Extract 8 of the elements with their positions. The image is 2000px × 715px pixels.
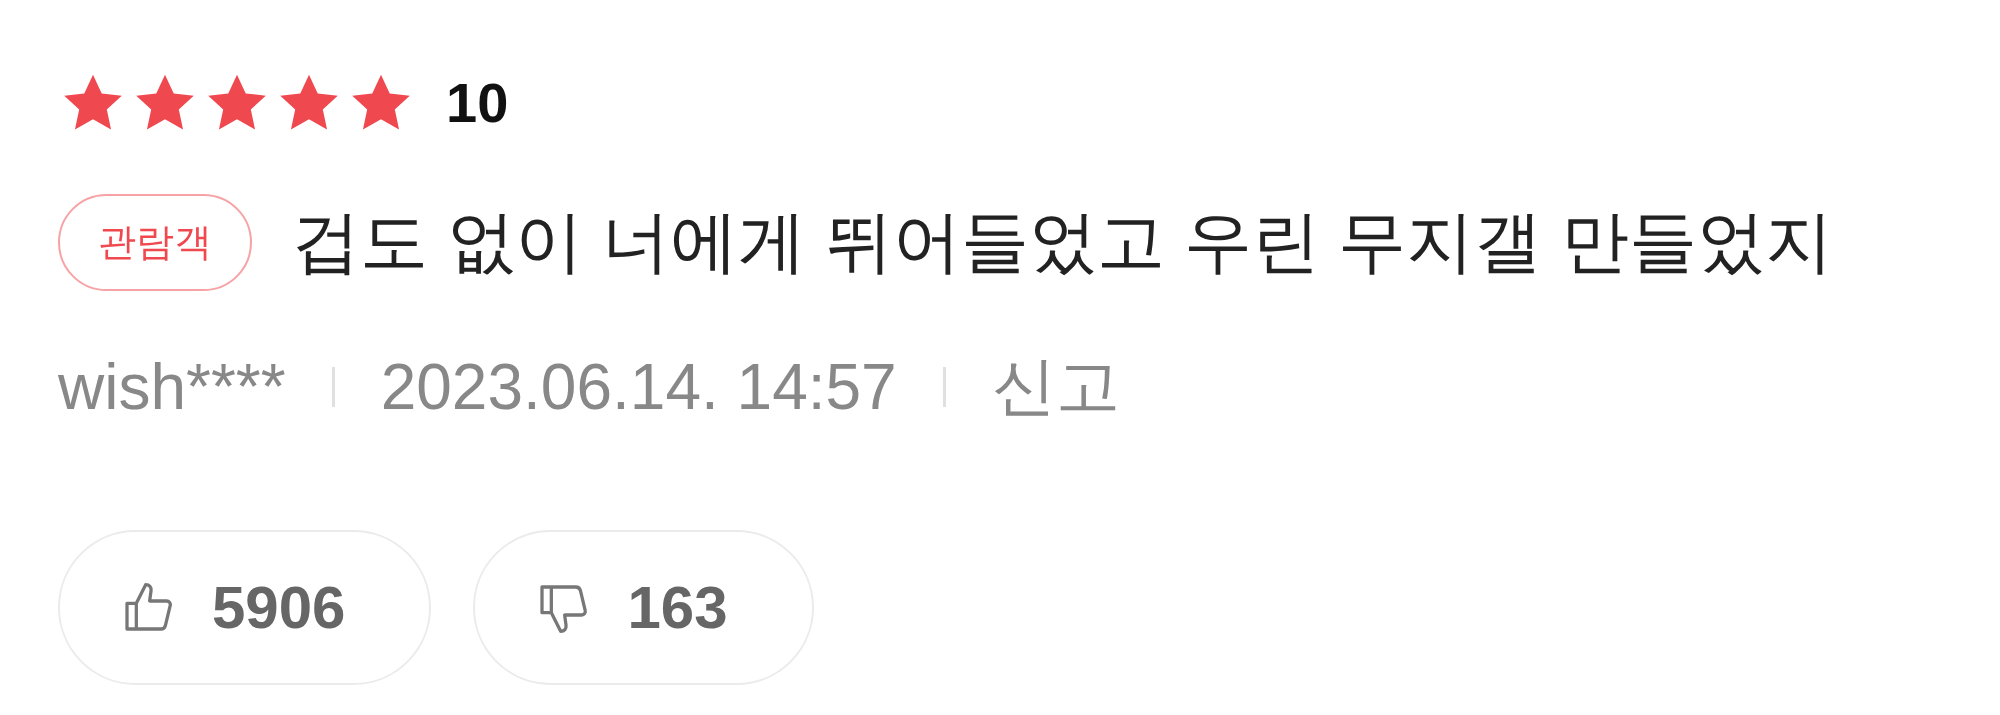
audience-badge: 관람객 bbox=[58, 194, 252, 291]
author-name: wish**** bbox=[58, 349, 286, 424]
review-date: 2023.06.14. 14:57 bbox=[380, 349, 897, 424]
dislike-button[interactable]: 163 bbox=[473, 530, 814, 685]
rating-score: 10 bbox=[446, 75, 509, 131]
review-text: 겁도 없이 너에게 뛰어들었고 우린 무지갤 만들었지 bbox=[292, 202, 1834, 281]
report-link[interactable]: 신고 bbox=[991, 343, 1120, 430]
like-button[interactable]: 5906 bbox=[58, 530, 432, 685]
